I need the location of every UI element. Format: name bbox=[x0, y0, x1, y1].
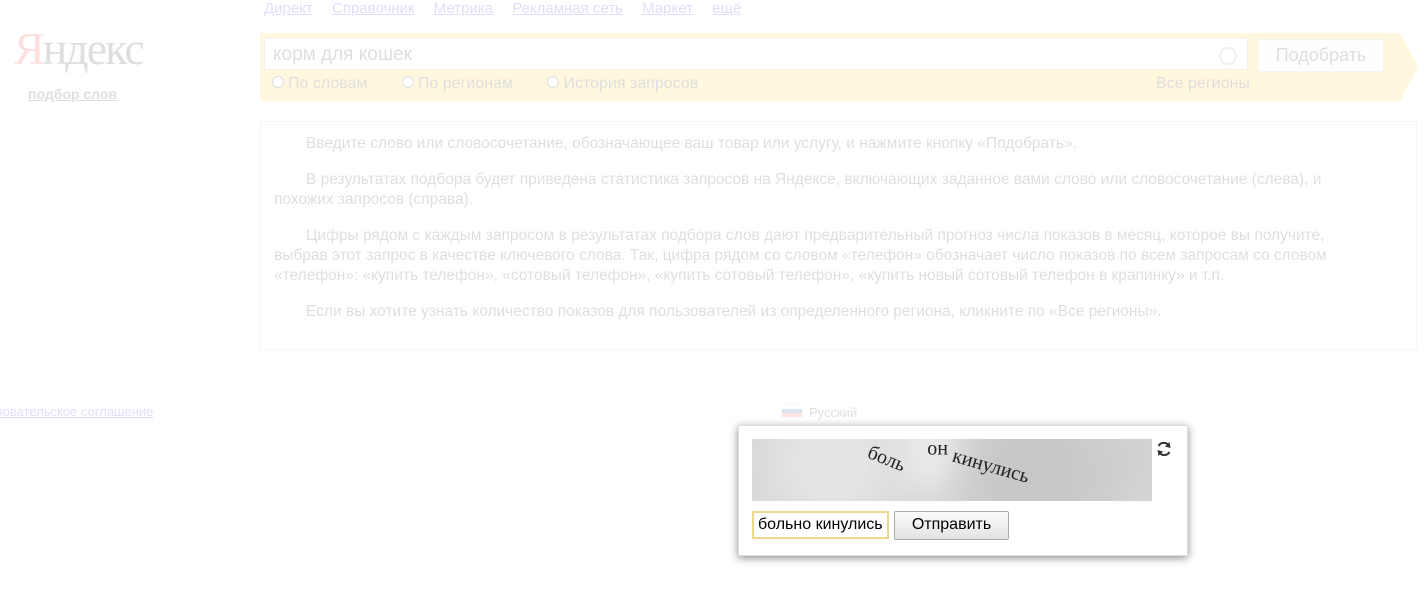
radio-icon bbox=[401, 76, 414, 88]
refresh-icon[interactable] bbox=[1155, 440, 1173, 458]
mode-history[interactable]: История запросов bbox=[547, 75, 698, 92]
nav-ad-network[interactable]: Рекламная сеть bbox=[512, 0, 623, 17]
search-band-arrow bbox=[1400, 33, 1418, 101]
radio-icon bbox=[547, 76, 560, 88]
info-paragraph-3: Цифры рядом с каждым запросом в результа… bbox=[274, 227, 1327, 284]
logo-rest: ндекс bbox=[42, 23, 145, 74]
nav-direct[interactable]: Директ bbox=[264, 0, 313, 17]
mode-by-words[interactable]: По словам bbox=[272, 75, 367, 92]
clear-icon[interactable] bbox=[1219, 47, 1237, 65]
captcha-dialog: боль но кинулись Отправить bbox=[738, 425, 1188, 556]
nav-more[interactable]: ещё bbox=[712, 0, 741, 17]
top-navigation: Директ Справочник Метрика Рекламная сеть… bbox=[264, 0, 756, 17]
radio-icon bbox=[272, 76, 284, 88]
nav-help[interactable]: Справочник bbox=[332, 0, 415, 17]
wordstat-link[interactable]: подбор слов bbox=[28, 86, 117, 102]
mode-by-regions[interactable]: По регионам bbox=[401, 75, 513, 92]
search-modes: По словам По регионам История запросов bbox=[272, 75, 728, 93]
mode-label: По регионам bbox=[417, 75, 513, 92]
background-page: Яндекс подбор слов Директ Справочник Мет… bbox=[0, 0, 1425, 599]
mode-label: По словам bbox=[288, 75, 368, 92]
pick-button[interactable]: Подобрать bbox=[1258, 39, 1384, 72]
captcha-word-2: но bbox=[927, 440, 948, 462]
search-input[interactable]: корм для кошек bbox=[264, 38, 1248, 70]
submit-button[interactable]: Отправить bbox=[894, 511, 1009, 540]
info-paragraph-4: Если вы хотите узнать количество показов… bbox=[306, 303, 1162, 320]
captcha-image: боль но кинулись bbox=[752, 439, 1152, 501]
search-band: корм для кошек Подобрать По словам По ре… bbox=[260, 33, 1418, 101]
user-agreement-link[interactable]: ьзовательское соглашение bbox=[0, 404, 153, 419]
yandex-logo[interactable]: Яндекс bbox=[14, 22, 145, 75]
language-label: Русский bbox=[809, 405, 858, 420]
footer-divider bbox=[0, 393, 1425, 394]
info-paragraph-1: Введите слово или словосочетание, обозна… bbox=[306, 135, 1077, 152]
info-box: Введите слово или словосочетание, обозна… bbox=[260, 121, 1417, 350]
nav-metrika[interactable]: Метрика bbox=[434, 0, 493, 17]
all-regions-link[interactable]: Все регионы bbox=[1156, 75, 1250, 93]
logo-first-letter: Я bbox=[14, 23, 45, 74]
captcha-input[interactable] bbox=[752, 511, 889, 539]
nav-market[interactable]: Маркет bbox=[642, 0, 693, 17]
mode-label: История запросов bbox=[563, 75, 699, 92]
russian-flag-icon bbox=[781, 404, 803, 418]
info-paragraph-2: В результатах подбора будет приведена ст… bbox=[274, 171, 1322, 208]
language-selector[interactable]: Русский bbox=[781, 404, 857, 420]
captcha-word-3: кинулись bbox=[950, 445, 1032, 488]
captcha-text: боль но кинулись bbox=[864, 440, 1032, 488]
captcha-word-1: боль bbox=[864, 441, 908, 476]
search-input-value: корм для кошек bbox=[273, 44, 412, 65]
